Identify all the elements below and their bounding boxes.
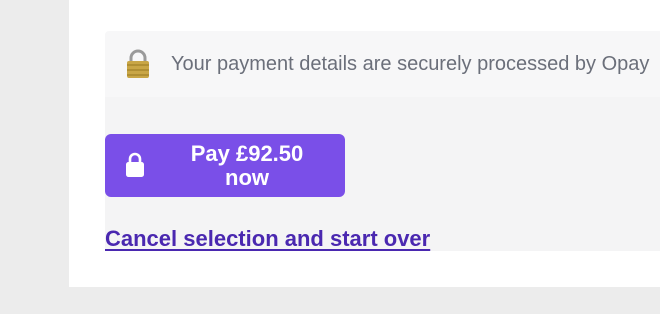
- checkout-page: Your payment details are securely proces…: [0, 0, 660, 314]
- pay-button[interactable]: Pay £92.50 now: [105, 134, 345, 197]
- cancel-selection-link[interactable]: Cancel selection and start over: [105, 226, 430, 252]
- padlock-icon: [127, 49, 149, 78]
- pay-button-label: Pay £92.50 now: [190, 141, 304, 190]
- security-notice-text: Your payment details are securely proces…: [171, 53, 650, 75]
- security-notice: Your payment details are securely proces…: [105, 31, 660, 97]
- lock-icon: [126, 152, 144, 177]
